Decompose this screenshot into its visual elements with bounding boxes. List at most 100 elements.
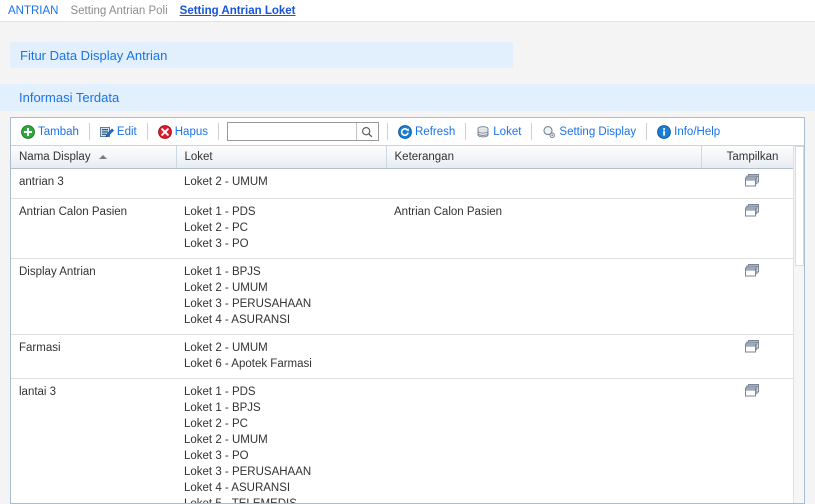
search-box[interactable] — [227, 122, 379, 141]
column-header-keterangan-label: Keterangan — [394, 150, 454, 163]
loket-line: Loket 3 - PERUSAHAAN — [184, 465, 312, 478]
feature-section-header: Fitur Data Display Antrian — [10, 42, 513, 68]
table-row[interactable]: lantai 3 Loket 1 - PDS Loket 1 - BPJS Loket… — [11, 378, 804, 503]
info-help-button[interactable]: Info/Help — [651, 121, 726, 143]
cell-keterangan — [386, 258, 701, 335]
table-row[interactable]: Antrian Calon Pasien Loket 1 - PDS Loket 2… — [11, 198, 804, 259]
loket-line: Loket 1 - BPJS — [184, 265, 261, 278]
grid-toolbar: Tambah Edit Hapus Refresh Loket Setting … — [11, 118, 804, 146]
loket-line: Loket 5 - TELEMEDIS — [184, 496, 386, 504]
search-button[interactable] — [356, 123, 377, 140]
magnifier-icon — [361, 126, 373, 138]
feature-section-title: Fitur Data Display Antrian — [20, 47, 168, 63]
edit-button[interactable]: Edit — [94, 121, 143, 143]
cell-nama-display: Antrian Calon Pasien — [11, 198, 176, 259]
delete-button[interactable]: Hapus — [152, 121, 214, 143]
cell-loket: Loket 1 - BPJS Loket 2 - UMUM Loket 3 - PE… — [176, 258, 386, 335]
info-help-button-label: Info/Help — [674, 125, 721, 138]
table-row[interactable]: Farmasi Loket 2 - UMUM Loket 6 - Apotek Fa… — [11, 334, 804, 379]
loket-button[interactable]: Loket — [470, 121, 527, 143]
loket-line: Loket 2 - UMUM — [184, 281, 268, 294]
display-table: Nama Display Loket Keterangan Tampilkan — [11, 146, 804, 503]
toolbar-separator — [146, 123, 148, 140]
edit-button-label: Edit — [116, 125, 137, 138]
cascade-windows-icon[interactable] — [745, 339, 760, 353]
pencil-edit-icon — [99, 125, 114, 139]
loket-line: Loket 2 - PC — [184, 417, 248, 430]
cell-tampilkan[interactable] — [701, 334, 804, 379]
cell-tampilkan[interactable] — [701, 258, 804, 335]
column-header-tampilkan[interactable]: Tampilkan — [701, 146, 804, 169]
column-header-loket[interactable]: Loket — [176, 146, 387, 169]
column-header-tampilkan-label: Tampilkan — [726, 150, 779, 163]
loket-line: Loket 3 - PERUSAHAAN — [184, 297, 312, 310]
info-section-header: Informasi Terdata — [0, 84, 815, 111]
database-stack-icon — [476, 125, 490, 139]
toolbar-separator — [465, 123, 467, 140]
vertical-scrollbar-thumb[interactable] — [795, 146, 804, 266]
toolbar-separator — [646, 123, 648, 140]
nav-link-setting-antrian-loket[interactable]: Setting Antrian Loket — [180, 5, 296, 17]
cell-nama-display: lantai 3 — [11, 378, 176, 503]
cell-tampilkan[interactable] — [701, 198, 804, 259]
magnifier-gear-icon — [542, 125, 556, 139]
loket-line: Loket 6 - Apotek Farmasi — [184, 357, 312, 370]
delete-button-label: Hapus — [174, 125, 208, 138]
cell-loket: Loket 1 - PDS Loket 1 - BPJS Loket 2 - PC L… — [176, 378, 386, 503]
setting-display-button-label: Setting Display — [559, 125, 637, 138]
table-body: antrian 3 Loket 2 - UMUM Antrian Calon Pas… — [11, 168, 804, 503]
column-header-keterangan[interactable]: Keterangan — [386, 146, 702, 169]
setting-display-button[interactable]: Setting Display — [536, 121, 642, 143]
app-page: ANTRIAN Setting Antrian Poli Setting Ant… — [0, 0, 815, 504]
breadcrumb: ANTRIAN Setting Antrian Poli Setting Ant… — [0, 0, 815, 22]
cell-keterangan: Antrian Calon Pasien — [386, 198, 701, 259]
table-header-row: Nama Display Loket Keterangan Tampilkan — [11, 146, 804, 169]
cascade-windows-icon[interactable] — [745, 263, 760, 277]
nav-link-setting-antrian-poli[interactable]: Setting Antrian Poli — [70, 5, 167, 17]
refresh-button[interactable]: Refresh — [392, 121, 461, 143]
loket-line: Loket 2 - UMUM — [184, 175, 268, 188]
toolbar-separator — [387, 123, 388, 140]
cascade-windows-icon[interactable] — [745, 173, 760, 187]
column-header-nama-display-label: Nama Display — [19, 150, 91, 163]
search-input[interactable] — [228, 123, 356, 140]
data-grid-panel: Tambah Edit Hapus Refresh Loket Setting … — [10, 117, 805, 504]
loket-line: Loket 3 - PO — [184, 449, 249, 462]
vertical-scrollbar[interactable] — [793, 146, 804, 503]
cascade-windows-icon[interactable] — [745, 203, 760, 217]
loket-line: Loket 1 - PDS — [184, 385, 256, 398]
refresh-button-label: Refresh — [415, 125, 456, 138]
cell-keterangan — [386, 168, 701, 199]
toolbar-separator — [88, 123, 90, 140]
cell-nama-display: antrian 3 — [11, 168, 176, 199]
cell-loket: Loket 2 - UMUM — [176, 168, 386, 199]
refresh-circular-arrows-icon — [398, 124, 412, 139]
cascade-windows-icon[interactable] — [745, 383, 760, 397]
toolbar-separator — [218, 123, 219, 140]
loket-line: Loket 1 - BPJS — [184, 401, 261, 414]
toolbar-separator — [531, 123, 533, 140]
loket-line: Loket 3 - PO — [184, 237, 249, 250]
column-header-nama-display[interactable]: Nama Display — [11, 146, 177, 169]
loket-line: Loket 4 - ASURANSI — [184, 313, 291, 326]
cell-keterangan — [386, 334, 701, 379]
table-row[interactable]: Display Antrian Loket 1 - BPJS Loket 2 - U… — [11, 258, 804, 335]
loket-line: Loket 4 - ASURANSI — [184, 481, 291, 494]
loket-line: Loket 2 - UMUM — [184, 433, 268, 446]
add-button-label: Tambah — [38, 125, 79, 138]
cell-tampilkan[interactable] — [701, 168, 804, 199]
cell-nama-display: Farmasi — [11, 334, 176, 379]
plus-circle-icon — [21, 124, 35, 139]
nav-link-antrian[interactable]: ANTRIAN — [8, 5, 58, 17]
add-button[interactable]: Tambah — [15, 121, 85, 143]
loket-line: Loket 2 - PC — [184, 221, 248, 234]
sort-ascending-icon — [98, 154, 107, 159]
cell-keterangan — [386, 378, 701, 503]
loket-line: Loket 2 - UMUM — [184, 341, 268, 354]
cell-loket: Loket 2 - UMUM Loket 6 - Apotek Farmasi — [176, 334, 386, 379]
table-row[interactable]: antrian 3 Loket 2 - UMUM — [11, 168, 804, 199]
loket-button-label: Loket — [493, 125, 522, 138]
column-header-loket-label: Loket — [184, 150, 213, 163]
delete-x-circle-icon — [157, 124, 172, 139]
cell-tampilkan[interactable] — [701, 378, 804, 503]
